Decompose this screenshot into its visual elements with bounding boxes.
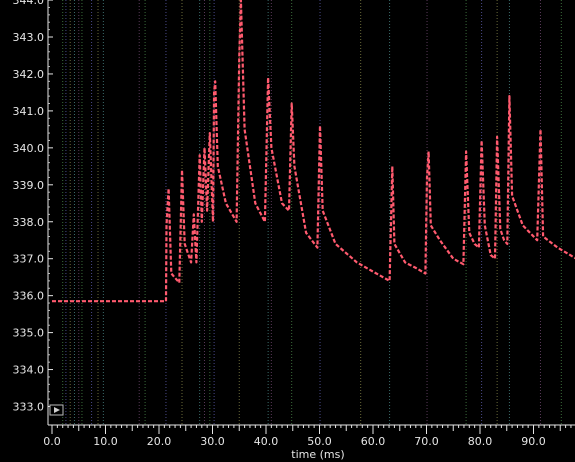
x-tick-label: 30.0 xyxy=(200,435,225,448)
y-tick-label: 336.0 xyxy=(13,290,45,303)
y-tick-label: 335.0 xyxy=(13,327,45,340)
y-tick-label: 344.0 xyxy=(13,0,45,7)
plot-background xyxy=(0,0,575,462)
y-tick-label: 342.0 xyxy=(13,68,45,81)
x-tick-label: 90.0 xyxy=(521,435,546,448)
y-tick-label: 339.0 xyxy=(13,179,45,192)
y-tick-label: 333.0 xyxy=(13,401,45,414)
x-tick-label: 20.0 xyxy=(147,435,172,448)
x-tick-label: 80.0 xyxy=(468,435,493,448)
y-tick-label: 343.0 xyxy=(13,31,45,44)
y-tick-label: 337.0 xyxy=(13,253,45,266)
line-chart: 333.0 334.0 335.0 336.0 337.0 338.0 339.0 340.0… xyxy=(0,0,575,462)
x-tick-label: 50.0 xyxy=(307,435,332,448)
x-tick-label: 60.0 xyxy=(361,435,386,448)
y-tick-label: 340.0 xyxy=(13,142,45,155)
x-tick-label: 40.0 xyxy=(254,435,279,448)
y-tick-label: 334.0 xyxy=(13,364,45,377)
play-icon[interactable] xyxy=(49,404,64,416)
x-axis-label: time (ms) xyxy=(291,448,344,461)
y-tick-label: 341.0 xyxy=(13,105,45,118)
x-tick-label: 70.0 xyxy=(414,435,439,448)
y-tick-label: 338.0 xyxy=(13,216,45,229)
x-tick-label: 0.0 xyxy=(43,435,61,448)
x-tick-label: 10.0 xyxy=(93,435,118,448)
